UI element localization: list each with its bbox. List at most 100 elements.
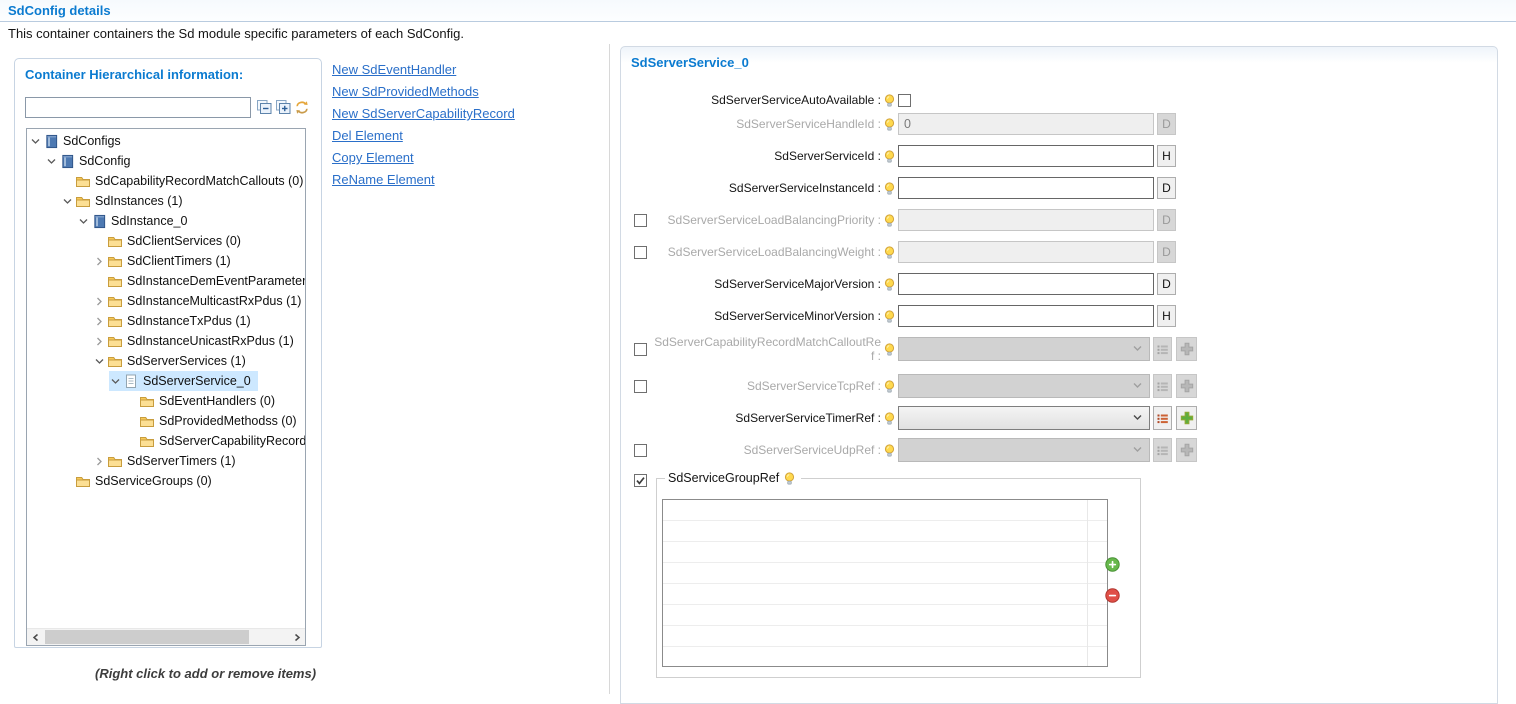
field-control	[898, 113, 1154, 135]
tree-item-sdconfig[interactable]: SdConfig	[45, 151, 137, 171]
tree-item-label: SdProvidedMethodss (0)	[159, 414, 297, 428]
sdserverserviceloadbalancingpriority-enable-checkbox[interactable]	[634, 214, 647, 227]
chevron-down-icon[interactable]	[93, 355, 106, 367]
folder-icon	[107, 314, 123, 329]
tree-item-sdservertimers-1[interactable]: SdServerTimers (1)	[93, 451, 243, 471]
service-group-row[interactable]	[663, 521, 1107, 542]
tree-row-sdinstancemulticastrxpdus-1: SdInstanceMulticastRxPdus (1)	[27, 291, 305, 311]
tree-item-sdserverservice-0[interactable]: SdServerService_0	[109, 371, 258, 391]
sdserverserviceudpref-enable-checkbox[interactable]	[634, 444, 647, 457]
tree-item-sdcapabilityrecordmatchcallouts-0[interactable]: SdCapabilityRecordMatchCallouts (0)	[61, 171, 306, 191]
tree-item-sdinstancedemeventparameters[interactable]: SdInstanceDemEventParameters	[93, 271, 306, 291]
tree-item-sdinstancemulticastrxpdus-1[interactable]: SdInstanceMulticastRxPdus (1)	[93, 291, 306, 311]
field-label: SdServerServiceHandleId :	[651, 117, 881, 131]
tree-item-sdclientservices-0[interactable]: SdClientServices (0)	[93, 231, 248, 251]
minus-circle-icon[interactable]	[1105, 588, 1120, 603]
tree-item-sdclienttimers-1[interactable]: SdClientTimers (1)	[93, 251, 238, 271]
details-title: SdServerService_0	[631, 55, 749, 70]
chevron-right-icon[interactable]	[93, 255, 106, 267]
chevron-down-icon[interactable]	[109, 375, 122, 387]
tree-row-sdeventhandlers-0: SdEventHandlers (0)	[27, 391, 305, 411]
sdserverserviceminorversion-input[interactable]	[898, 305, 1154, 327]
tree-item-sdserverservices-1[interactable]: SdServerServices (1)	[93, 351, 253, 371]
search-input[interactable]	[25, 97, 251, 118]
sdserverserviceinstanceid-input[interactable]	[898, 177, 1154, 199]
expand-all-icon[interactable]	[275, 99, 292, 115]
sdserverservicetimerref-dropdown[interactable]	[898, 406, 1150, 430]
service-group-row[interactable]	[663, 500, 1107, 521]
chevron-right-icon[interactable]	[93, 335, 106, 347]
chevron-down-icon[interactable]	[61, 195, 74, 207]
sdserverserviceid-input[interactable]	[898, 145, 1154, 167]
chevron-down-icon	[1132, 441, 1143, 459]
tree-row-sdservercapabilityrecords-0: SdServerCapabilityRecords (0)	[27, 431, 305, 451]
tree-item-sdinstances-1[interactable]: SdInstances (1)	[61, 191, 190, 211]
service-group-row[interactable]	[663, 626, 1107, 647]
sdserverservicemajorversion-input[interactable]	[898, 273, 1154, 295]
field-label: SdServerServiceLoadBalancingPriority :	[651, 213, 881, 227]
service-group-row[interactable]	[663, 563, 1107, 584]
module-icon	[91, 214, 107, 229]
tree-item-sdinstanceunicastrxpdus-1[interactable]: SdInstanceUnicastRxPdus (1)	[93, 331, 301, 351]
refresh-icon[interactable]	[293, 99, 310, 115]
bulb-icon	[884, 343, 896, 356]
sdserverserviceautoavailable-checkbox[interactable]	[898, 94, 911, 107]
chevron-right-icon[interactable]	[93, 455, 106, 467]
tree-row-sdclienttimers-1: SdClientTimers (1)	[27, 251, 305, 271]
link-new-sdprovidedmethods[interactable]: New SdProvidedMethods	[332, 84, 515, 99]
field-label: SdServerServiceTcpRef :	[651, 379, 881, 393]
tree-item-label: SdServerService_0	[143, 374, 251, 388]
tree-item-sdeventhandlers-0[interactable]: SdEventHandlers (0)	[125, 391, 282, 411]
format-button[interactable]: H	[1157, 305, 1176, 327]
tree-item-sdservicegroups-0[interactable]: SdServiceGroups (0)	[61, 471, 219, 491]
tree-item-sdinstance-0[interactable]: SdInstance_0	[77, 211, 194, 231]
scrollbar-thumb[interactable]	[45, 630, 249, 644]
page-header: SdConfig details	[0, 0, 1516, 22]
sdserverservicetcpref-enable-checkbox[interactable]	[634, 380, 647, 393]
link-new-sdservercapabilityrecord[interactable]: New SdServerCapabilityRecord	[332, 106, 515, 121]
tree-item-sdinstancetxpdus-1[interactable]: SdInstanceTxPdus (1)	[93, 311, 258, 331]
sdservicegroupref-checkbox[interactable]	[634, 474, 647, 487]
folder-icon	[107, 234, 123, 249]
plus-circle-icon[interactable]	[1105, 557, 1120, 572]
chevron-right-icon[interactable]	[93, 295, 106, 307]
chevron-down-icon[interactable]	[29, 135, 42, 147]
optional-col	[634, 444, 651, 457]
tree-item-label: SdServerServices (1)	[127, 354, 246, 368]
list-icon[interactable]	[1153, 406, 1172, 430]
sdserverservicetcpref-dropdown	[898, 374, 1150, 398]
link-rename-element[interactable]: ReName Element	[332, 172, 515, 187]
chevron-down-icon[interactable]	[45, 155, 58, 167]
plus-icon[interactable]	[1176, 406, 1197, 430]
scroll-right-icon[interactable]	[288, 629, 305, 645]
format-button[interactable]: D	[1157, 273, 1176, 295]
format-button[interactable]: D	[1157, 177, 1176, 199]
sdservercapabilityrecordmatchcalloutref-dropdown	[898, 337, 1150, 361]
tree-item-sdservercapabilityrecords-0[interactable]: SdServerCapabilityRecords (0)	[125, 431, 306, 451]
bulb-icon	[884, 412, 896, 425]
plus-icon	[1176, 438, 1197, 462]
service-group-row[interactable]	[663, 584, 1107, 605]
link-copy-element[interactable]: Copy Element	[332, 150, 515, 165]
sdserverserviceid-row: SdServerServiceId :H	[621, 144, 1497, 168]
bulb-icon	[884, 380, 896, 393]
tree-row-sdserverservice-0: SdServerService_0	[27, 371, 305, 391]
chevron-down-icon[interactable]	[77, 215, 90, 227]
service-group-table[interactable]	[662, 499, 1108, 667]
sdserverserviceloadbalancingweight-enable-checkbox[interactable]	[634, 246, 647, 259]
folder-icon	[75, 174, 91, 189]
service-group-row[interactable]	[663, 542, 1107, 563]
collapse-all-icon[interactable]	[256, 99, 273, 115]
link-del-element[interactable]: Del Element	[332, 128, 515, 143]
link-new-sdeventhandler[interactable]: New SdEventHandler	[332, 62, 515, 77]
service-group-row[interactable]	[663, 605, 1107, 626]
tree-item-sdconfigs[interactable]: SdConfigs	[29, 131, 128, 151]
format-button[interactable]: H	[1157, 145, 1176, 167]
plus-icon	[1176, 337, 1197, 361]
service-group-row[interactable]	[663, 647, 1107, 668]
scroll-left-icon[interactable]	[27, 629, 44, 645]
tree-item-sdprovidedmethodss-0[interactable]: SdProvidedMethodss (0)	[125, 411, 304, 431]
sdservercapabilityrecordmatchcalloutref-enable-checkbox[interactable]	[634, 343, 647, 356]
chevron-right-icon[interactable]	[93, 315, 106, 327]
tree-horizontal-scrollbar[interactable]	[27, 628, 305, 645]
